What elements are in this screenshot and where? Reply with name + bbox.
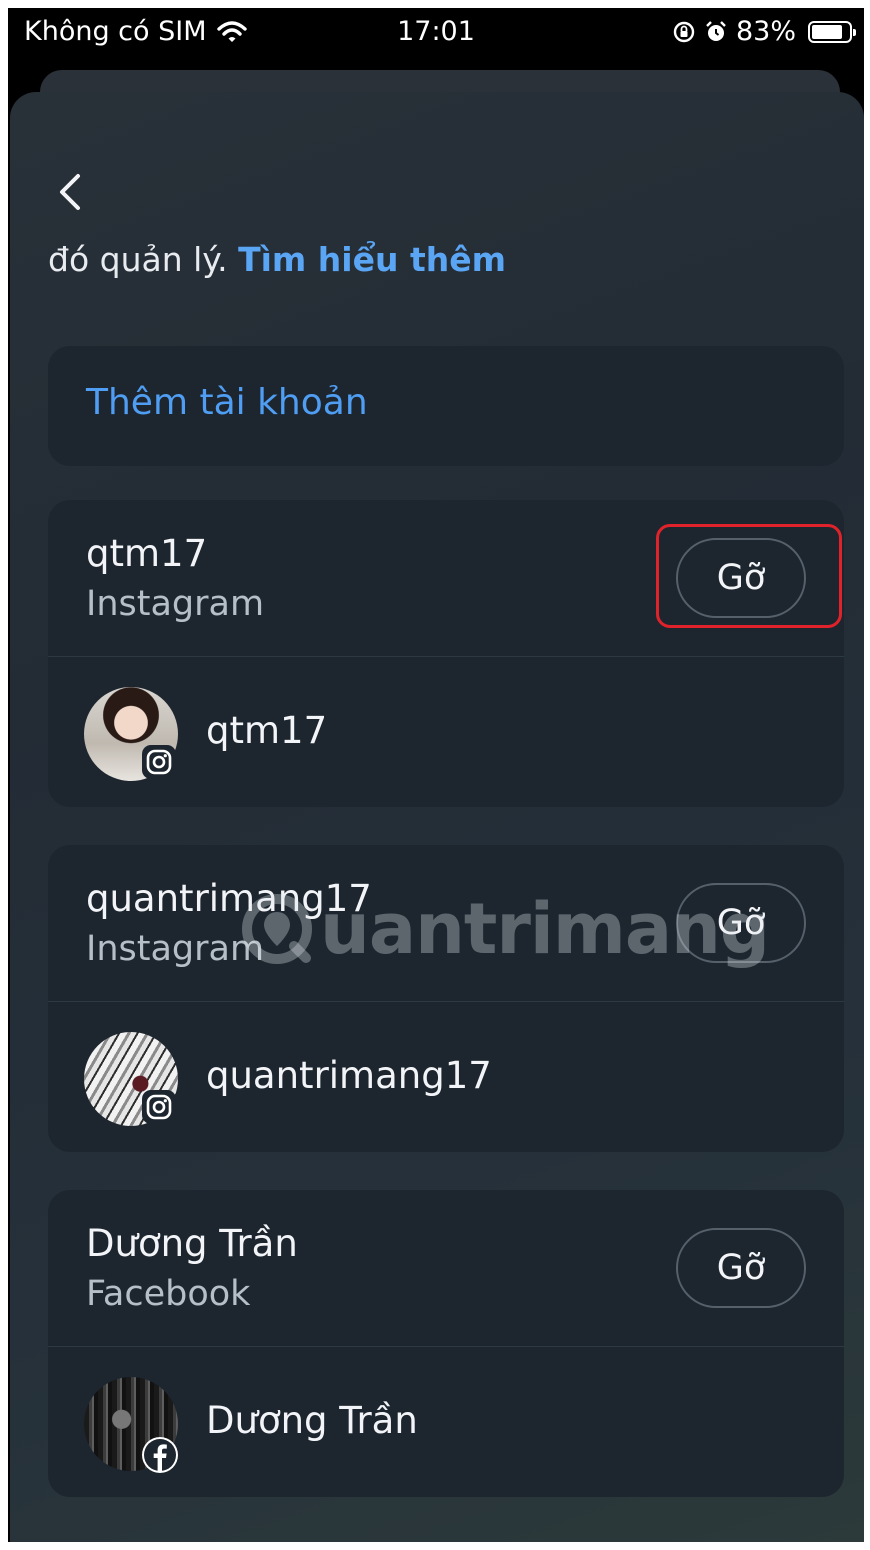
status-bar: Không có SIM 17:01 83%: [8, 8, 864, 60]
facebook-badge: [142, 1437, 178, 1473]
battery-percent: 83%: [735, 16, 796, 47]
account-platform: Facebook: [86, 1274, 251, 1314]
back-chevron-icon[interactable]: [50, 170, 94, 214]
add-account-label: Thêm tài khoản: [86, 382, 368, 423]
profile-name: quantrimang17: [206, 1054, 492, 1097]
profile-row[interactable]: quantrimang17: [48, 1002, 844, 1152]
instagram-icon: [146, 749, 172, 775]
facebook-icon: [144, 1439, 176, 1471]
profile-row[interactable]: qtm17: [48, 657, 844, 807]
profile-row[interactable]: Dương Trần: [48, 1347, 844, 1497]
account-name: qtm17: [86, 532, 208, 575]
instagram-icon: [146, 1094, 172, 1120]
account-header: quantrimang17 Instagram Gỡ: [48, 845, 844, 1002]
account-header: qtm17 Instagram Gỡ: [48, 500, 844, 657]
status-right: 83%: [672, 16, 856, 47]
account-name: Dương Trần: [86, 1222, 298, 1265]
account-header: Dương Trần Facebook Gỡ: [48, 1190, 844, 1347]
instagram-badge: [142, 745, 176, 779]
battery-icon: [808, 20, 856, 43]
phone-screen: Không có SIM 17:01 83% đó quản lý. Tìm h…: [8, 8, 864, 1542]
rotation-lock-icon: [673, 21, 695, 42]
profile-name: Dương Trần: [206, 1399, 418, 1442]
account-platform: Instagram: [86, 584, 265, 624]
instagram-badge: [142, 1090, 176, 1124]
account-card-duong-tran: Dương Trần Facebook Gỡ Dương Trần: [48, 1190, 844, 1497]
accounts-sheet: đó quản lý. Tìm hiểu thêm Thêm tài khoản…: [10, 92, 864, 1542]
account-name: quantrimang17: [86, 877, 372, 920]
alarm-icon: [706, 20, 726, 41]
add-account-button[interactable]: Thêm tài khoản: [48, 346, 844, 466]
remove-button[interactable]: Gỡ: [676, 883, 806, 963]
learn-more-link[interactable]: Tìm hiểu thêm: [238, 240, 506, 279]
account-platform: Instagram: [86, 929, 265, 969]
account-card-qtm17: qtm17 Instagram Gỡ qtm17: [48, 500, 844, 807]
battery-fill: [812, 24, 842, 39]
intro-text: đó quản lý. Tìm hiểu thêm: [48, 240, 506, 279]
remove-button[interactable]: Gỡ: [676, 1228, 806, 1308]
intro-text-label: đó quản lý.: [48, 240, 228, 279]
remove-button[interactable]: Gỡ: [676, 538, 806, 618]
account-card-quantrimang17: quantrimang17 Instagram Gỡ quantrimang17: [48, 845, 844, 1152]
profile-name: qtm17: [206, 709, 328, 752]
